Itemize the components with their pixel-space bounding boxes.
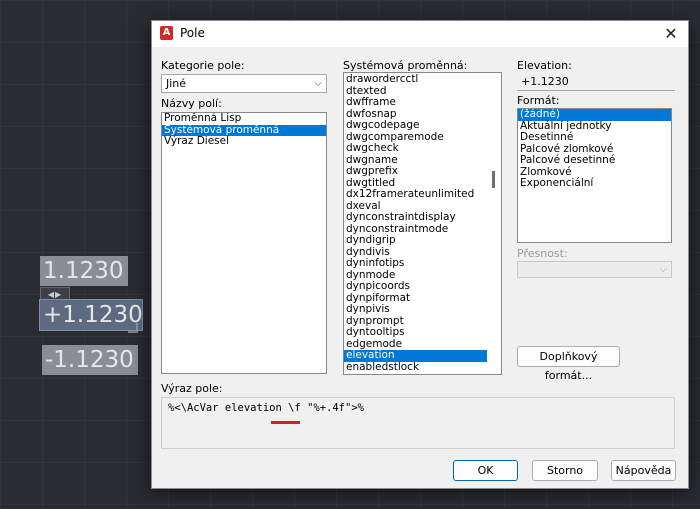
expression-text: %<\AcVar elevation \f "%+.4f">% [168,402,364,414]
autocad-app-icon: A [160,26,173,40]
field-name-item[interactable]: Proměnná Lisp [162,113,326,125]
sysvar-label: Systémová proměnná: [343,59,468,72]
format-list[interactable]: (žádné) Aktuální jednotky Desetinné Palcové… [517,108,672,243]
sysvar-list-item[interactable]: dyninfotips [344,257,487,270]
sysvar-list-item[interactable]: dwgcheck [344,142,487,155]
dialog-title: Pole [180,26,205,40]
field-category-value: Jiné [166,77,187,90]
field-name-item[interactable]: Výraz Diesel [162,135,326,148]
expression-label: Výraz pole: [161,382,223,395]
sysvar-list-item[interactable]: elevation [344,349,487,362]
sysvar-list-item[interactable]: dynconstraintdisplay [344,211,487,224]
cad-text-1[interactable]: 1.1230 [40,256,128,286]
precision-label: Přesnost: [517,247,568,260]
dialog-titlebar: A Pole ✕ [152,21,688,47]
sysvar-list-item[interactable]: dynpivis [344,303,487,316]
expression-field[interactable]: %<\AcVar elevation \f "%+.4f">% [161,397,675,449]
scrollbar-thumb[interactable] [492,171,495,188]
chevron-down-icon: ⌵ [659,264,667,275]
field-dialog: A Pole ✕ Kategorie pole: Jiné ⌵ Názvy po… [151,20,689,489]
cad-text-selected[interactable]: +1.1230 [39,299,143,331]
format-item[interactable]: Exponenciální [518,177,671,190]
sysvar-list[interactable]: drawordercctl dtexted dwfframe dwfosnap dwgc… [343,72,502,375]
format-label: Formát: [517,94,560,107]
format-item[interactable]: Palcové desetinné [518,154,671,167]
ok-button[interactable]: OK [453,460,518,481]
help-button[interactable]: Nápověda [611,460,676,481]
format-item[interactable]: Desetinné [518,131,671,144]
sysvar-list-item[interactable]: dx12framerateunlimited [344,188,487,201]
sysvar-list-item[interactable]: dynpicoords [344,280,487,293]
precision-select: ⌵ [517,261,672,278]
cancel-button[interactable]: Storno [532,460,598,481]
cad-text-3[interactable]: -1.1230 [42,345,138,375]
field-names-label: Názvy polí: [161,97,222,110]
highlight-underline-annotation [271,421,300,424]
elevation-label: Elevation: [517,59,572,72]
sysvar-scrollbar[interactable] [487,73,501,374]
sysvar-list-item[interactable]: dyndigrip [344,234,487,247]
extra-format-button[interactable]: Doplňkový formát... [517,346,620,382]
sysvar-list-item[interactable]: enabledstlock [344,361,487,374]
elevation-value: +1.1230 [517,73,675,91]
chevron-down-icon: ⌵ [314,78,322,89]
close-icon[interactable]: ✕ [654,21,688,47]
sysvar-list-item[interactable]: dyntooltips [344,326,487,339]
field-names-list[interactable]: Proměnná Lisp Systémová proměnná Výraz Die… [161,112,327,374]
sysvar-list-item[interactable]: dwgprefix [344,165,487,178]
resize-grip-icon[interactable] [128,323,138,333]
sysvar-list-item[interactable]: drawordercctl [344,73,487,86]
field-category-select[interactable]: Jiné ⌵ [161,74,327,93]
sysvar-list-item[interactable]: dwfframe [344,96,487,109]
sysvar-list-item[interactable]: dwgcodepage [344,119,487,132]
format-item[interactable]: (žádné) [518,109,671,121]
field-category-label: Kategorie pole: [161,59,245,72]
